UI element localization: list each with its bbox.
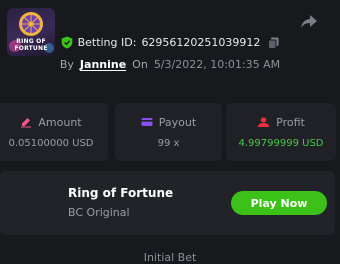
share-icon xyxy=(301,15,317,28)
game-subtitle: BC Original xyxy=(68,206,130,219)
payout-value: 99 x xyxy=(157,137,180,149)
bet-id-value: 62956120251039912 xyxy=(141,36,261,49)
profit-stat: Profit 4.99799999 USD xyxy=(226,103,336,161)
payout-stat: Payout 99 x xyxy=(115,103,222,161)
pencil-icon xyxy=(21,118,32,128)
shield-check-icon xyxy=(61,36,72,49)
profit-label: Profit xyxy=(276,115,305,129)
game-title: Ring of Fortune xyxy=(68,186,174,200)
thumbnail-text-2: FORTUNE xyxy=(14,45,48,52)
amount-stat: Amount 0.05100000 USD xyxy=(0,103,108,161)
bet-stats: Amount 0.05100000 USD Payout 99 x Profit… xyxy=(0,103,340,161)
thumbnail-text-1: RING OF xyxy=(16,38,46,45)
coins-icon xyxy=(257,117,270,127)
card-icon xyxy=(141,118,153,126)
play-now-button[interactable]: Play Now xyxy=(231,191,327,215)
bettor-row: By Jannine On 5/3/2022, 10:01:35 AM xyxy=(0,58,340,71)
game-thumbnail[interactable]: RING OF FORTUNE xyxy=(7,8,55,56)
on-label: On xyxy=(132,58,148,71)
bet-datetime: 5/3/2022, 10:01:35 AM xyxy=(153,58,281,71)
initial-bet-heading: Initial Bet xyxy=(143,251,197,264)
copy-icon[interactable] xyxy=(268,37,279,49)
payout-label: Payout xyxy=(158,115,197,129)
amount-label: Amount xyxy=(38,115,82,129)
share-button[interactable] xyxy=(300,12,318,30)
amount-value: 0.05100000 USD xyxy=(8,137,94,149)
username-link[interactable]: Jannine xyxy=(80,58,126,71)
by-label: By xyxy=(59,58,74,71)
bet-id-label: Betting ID: xyxy=(77,36,137,49)
profit-value: 4.99799999 USD xyxy=(238,137,324,149)
